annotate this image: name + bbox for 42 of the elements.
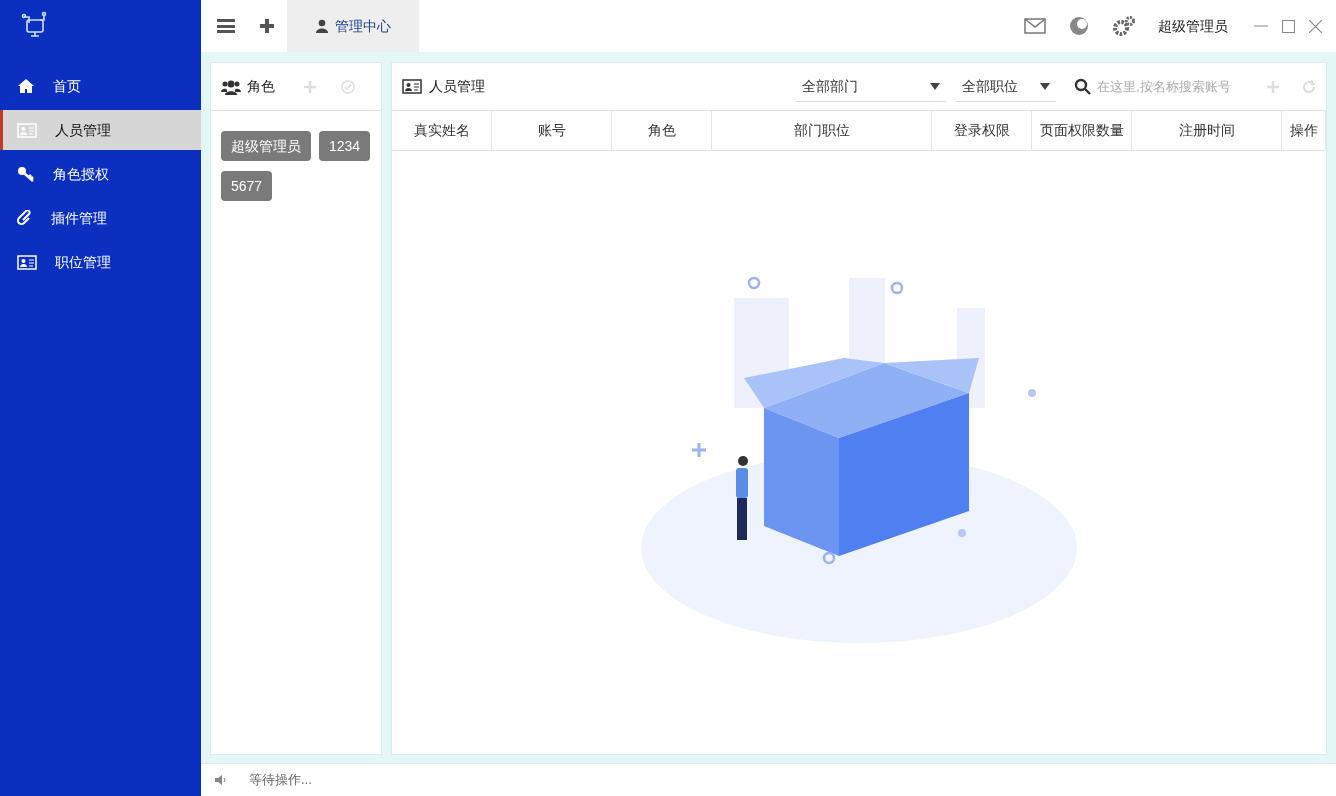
search-field[interactable]: 在这里,按名称搜索账号 xyxy=(1097,76,1247,97)
user-name[interactable]: 超级管理员 xyxy=(1158,15,1228,37)
role-tag[interactable]: 5677 xyxy=(221,171,273,201)
user-icon xyxy=(315,19,329,33)
role-tag[interactable]: 1234 xyxy=(319,131,371,161)
department-dropdown[interactable]: 全部部门 xyxy=(796,71,946,102)
column-header: 注册时间 xyxy=(1132,111,1282,150)
role-tag[interactable]: 超级管理员 xyxy=(221,131,311,161)
tab[interactable]: 管理中心 xyxy=(287,0,419,52)
key-icon xyxy=(17,166,35,182)
sidebar-item[interactable]: 人员管理 xyxy=(0,110,201,150)
caret-icon xyxy=(1040,82,1050,90)
column-header: 真实姓名 xyxy=(392,111,492,150)
paperclip-icon xyxy=(17,210,33,226)
caret-icon xyxy=(930,82,940,90)
status-text: 等待操作... xyxy=(249,771,312,790)
maximize-icon[interactable] xyxy=(1282,19,1295,33)
close-icon[interactable] xyxy=(1309,19,1322,33)
column-header: 登录权限 xyxy=(932,111,1032,150)
column-header: 角色 xyxy=(612,111,712,150)
check-circle-icon[interactable] xyxy=(341,79,355,94)
position-dropdown[interactable]: 全部职位 xyxy=(956,71,1056,102)
speaker-icon xyxy=(215,774,229,786)
search-icon xyxy=(1074,78,1091,95)
column-header: 操作 xyxy=(1282,111,1326,150)
mail-icon[interactable] xyxy=(1024,18,1046,34)
panel-title: 角色 xyxy=(247,77,275,96)
id-card-icon xyxy=(402,79,422,94)
sidebar-item[interactable]: 首页 xyxy=(0,66,201,106)
panel-title: 人员管理 xyxy=(429,77,485,96)
column-header: 账号 xyxy=(492,111,612,150)
id-card-icon xyxy=(17,122,37,138)
menu-icon[interactable] xyxy=(217,19,235,33)
column-header: 页面权限数量 xyxy=(1032,111,1132,150)
id-card-icon xyxy=(17,254,37,270)
sidebar-item[interactable]: 角色授权 xyxy=(0,154,201,194)
users-icon xyxy=(221,78,241,95)
sidebar-item[interactable]: 插件管理 xyxy=(0,198,201,238)
column-header: 部门职位 xyxy=(712,111,932,150)
sidebar-item[interactable]: 职位管理 xyxy=(0,242,201,282)
plus-icon[interactable] xyxy=(259,18,275,34)
home-icon xyxy=(17,78,35,94)
